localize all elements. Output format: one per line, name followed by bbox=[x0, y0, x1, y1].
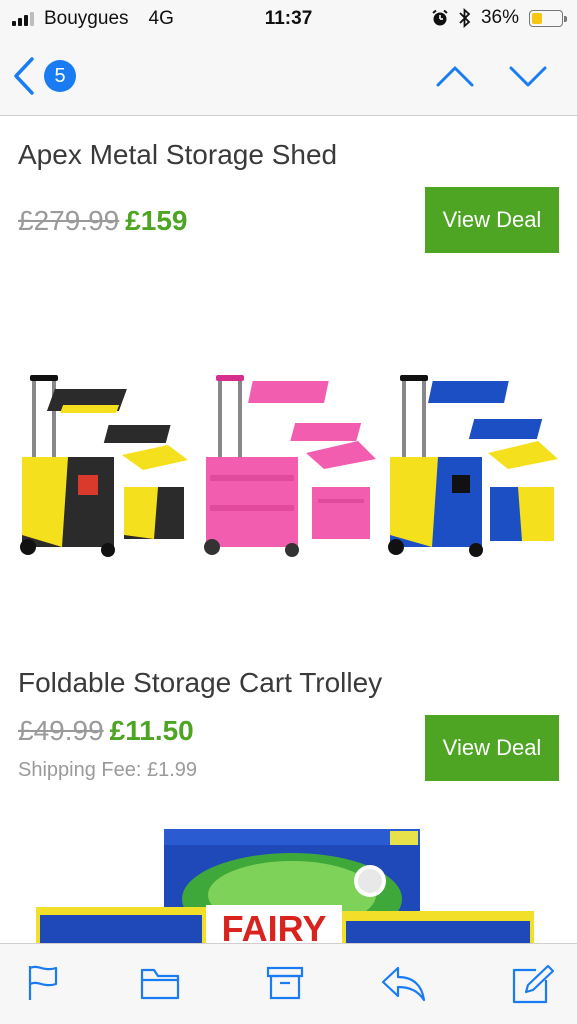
reply-arrow-icon[interactable] bbox=[380, 964, 426, 1002]
price-row: £49.99 £11.50 bbox=[18, 715, 194, 747]
bottom-toolbar bbox=[0, 943, 577, 1024]
storage-cart-trolley-image[interactable] bbox=[18, 375, 563, 565]
battery-percent: 36% bbox=[480, 7, 519, 28]
original-price: £49.99 bbox=[18, 715, 104, 746]
sale-price: £159 bbox=[125, 205, 188, 236]
deal-title: Foldable Storage Cart Trolley bbox=[18, 667, 383, 698]
back-button[interactable]: 5 bbox=[12, 56, 76, 96]
fairy-detergent-image[interactable]: FAIRY bbox=[30, 829, 540, 943]
previous-message-chevron-up-icon[interactable] bbox=[435, 60, 475, 90]
chevron-left-icon bbox=[14, 57, 34, 95]
unread-count-badge: 5 bbox=[44, 60, 76, 92]
archive-box-icon[interactable] bbox=[266, 964, 304, 1002]
next-message-chevron-down-icon[interactable] bbox=[508, 60, 548, 90]
fairy-logo-text: FAIRY bbox=[222, 908, 327, 943]
email-content: Apex Metal Storage Shed £279.99 £159 Vie… bbox=[0, 117, 577, 943]
bluetooth-icon bbox=[459, 8, 471, 28]
status-bar: Bouygues 4G 11:37 36% bbox=[0, 0, 577, 38]
sale-price: £11.50 bbox=[109, 715, 194, 746]
yellow-cart-group bbox=[20, 375, 188, 557]
view-deal-button[interactable]: View Deal bbox=[425, 715, 559, 781]
price-row: £279.99 £159 bbox=[18, 205, 188, 237]
pink-cart-group bbox=[204, 375, 376, 557]
nav-bar: 5 bbox=[0, 38, 577, 116]
flag-icon[interactable] bbox=[26, 964, 60, 1002]
shipping-fee: Shipping Fee: £1.99 bbox=[18, 759, 198, 781]
folder-icon[interactable] bbox=[140, 964, 180, 1002]
deal-title: Apex Metal Storage Shed bbox=[18, 139, 338, 170]
original-price: £279.99 bbox=[18, 205, 120, 236]
battery-fill bbox=[532, 12, 543, 24]
compose-icon[interactable] bbox=[512, 964, 554, 1004]
status-right: 36% bbox=[431, 7, 567, 29]
view-deal-button[interactable]: View Deal bbox=[425, 187, 559, 253]
blue-cart-group bbox=[388, 375, 558, 557]
alarm-clock-icon bbox=[432, 9, 448, 26]
battery-icon bbox=[529, 9, 567, 27]
